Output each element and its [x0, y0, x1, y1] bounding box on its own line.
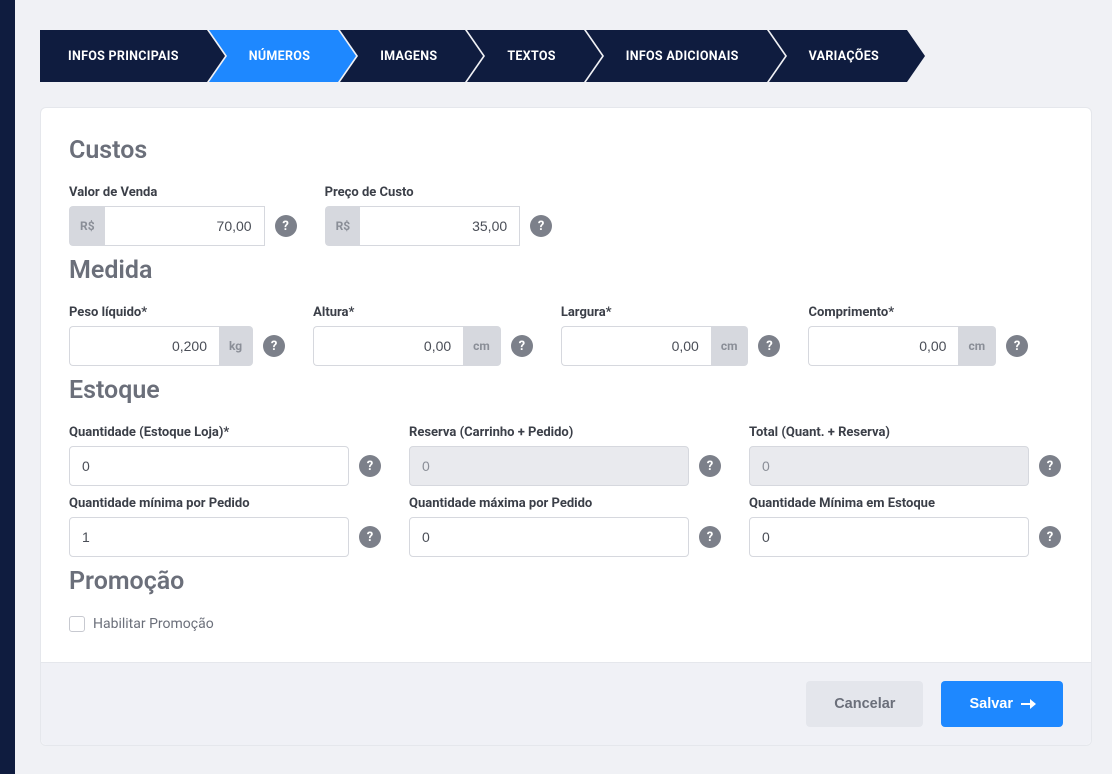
tab-variacoes[interactable]: VARIAÇÕES [769, 30, 907, 82]
help-icon[interactable]: ? [758, 335, 780, 357]
cancel-label: Cancelar [834, 696, 895, 712]
tab-infos-adicionais[interactable]: INFOS ADICIONAIS [586, 30, 767, 82]
help-icon[interactable]: ? [1006, 335, 1028, 357]
field-largura: Largura* cm ? [561, 305, 781, 366]
field-comprimento: Comprimento* cm ? [808, 305, 1028, 366]
footer-bar: Cancelar Salvar [41, 662, 1091, 745]
tab-textos[interactable]: TEXTOS [467, 30, 583, 82]
page-content: INFOS PRINCIPAIS NÚMEROS IMAGENS TEXTOS … [15, 0, 1112, 766]
tab-infos-principais[interactable]: INFOS PRINCIPAIS [40, 30, 207, 82]
checkbox-habilitar-promocao[interactable] [69, 616, 85, 632]
help-icon[interactable]: ? [359, 526, 381, 548]
label-min-estoque: Quantidade Mínima em Estoque [749, 496, 1061, 511]
input-largura[interactable] [561, 326, 711, 366]
field-habilitar-promocao: Habilitar Promoção [69, 616, 1063, 632]
tab-label: IMAGENS [380, 49, 437, 64]
help-icon[interactable]: ? [530, 215, 552, 237]
field-reserva: Reserva (Carrinho + Pedido) ? [409, 425, 721, 486]
input-altura[interactable] [313, 326, 463, 366]
tab-label: INFOS ADICIONAIS [626, 49, 739, 64]
field-preco-custo: Preço de Custo R$ ? [325, 185, 553, 246]
label-altura: Altura* [313, 305, 533, 320]
field-total: Total (Quant. + Reserva) ? [749, 425, 1061, 486]
label-min-pedido: Quantidade mínima por Pedido [69, 496, 381, 511]
help-icon[interactable]: ? [275, 215, 297, 237]
currency-prefix: R$ [69, 206, 105, 246]
currency-prefix: R$ [325, 206, 361, 246]
input-reserva [409, 446, 689, 486]
field-peso: Peso líquido* kg ? [69, 305, 285, 366]
input-min-estoque[interactable] [749, 517, 1029, 557]
help-icon[interactable]: ? [1039, 455, 1061, 477]
unit-suffix: kg [219, 326, 253, 366]
breadcrumb: INFOS PRINCIPAIS NÚMEROS IMAGENS TEXTOS … [40, 30, 1092, 82]
field-altura: Altura* cm ? [313, 305, 533, 366]
section-title-custos: Custos [69, 136, 1063, 165]
help-icon[interactable]: ? [511, 335, 533, 357]
arrow-right-icon [1021, 703, 1035, 705]
tab-label: VARIAÇÕES [809, 49, 879, 64]
section-title-estoque: Estoque [69, 376, 1063, 405]
label-peso: Peso líquido* [69, 305, 285, 320]
input-peso[interactable] [69, 326, 219, 366]
input-total [749, 446, 1029, 486]
label-quantidade: Quantidade (Estoque Loja)* [69, 425, 381, 440]
input-quantidade[interactable] [69, 446, 349, 486]
tab-imagens[interactable]: IMAGENS [340, 30, 465, 82]
form-panel: Custos Valor de Venda R$ ? Preço de Cust… [40, 107, 1092, 746]
tab-numeros[interactable]: NÚMEROS [209, 30, 338, 82]
field-min-estoque: Quantidade Mínima em Estoque ? [749, 496, 1061, 557]
input-min-pedido[interactable] [69, 517, 349, 557]
field-max-pedido: Quantidade máxima por Pedido ? [409, 496, 721, 557]
save-label: Salvar [969, 696, 1013, 712]
field-min-pedido: Quantidade mínima por Pedido ? [69, 496, 381, 557]
sidebar-strip [0, 0, 15, 774]
field-quantidade: Quantidade (Estoque Loja)* ? [69, 425, 381, 486]
tab-label: TEXTOS [507, 49, 555, 64]
label-largura: Largura* [561, 305, 781, 320]
help-icon[interactable]: ? [1039, 526, 1061, 548]
help-icon[interactable]: ? [359, 455, 381, 477]
cancel-button[interactable]: Cancelar [806, 681, 923, 727]
input-valor-venda[interactable] [105, 206, 265, 246]
input-comprimento[interactable] [808, 326, 958, 366]
unit-suffix: cm [958, 326, 996, 366]
help-icon[interactable]: ? [699, 455, 721, 477]
tab-label: NÚMEROS [249, 49, 310, 64]
label-reserva: Reserva (Carrinho + Pedido) [409, 425, 721, 440]
unit-suffix: cm [711, 326, 749, 366]
tab-label: INFOS PRINCIPAIS [68, 49, 179, 64]
input-preco-custo[interactable] [360, 206, 520, 246]
field-valor-venda: Valor de Venda R$ ? [69, 185, 297, 246]
label-max-pedido: Quantidade máxima por Pedido [409, 496, 721, 511]
label-habilitar-promocao[interactable]: Habilitar Promoção [93, 616, 214, 632]
input-max-pedido[interactable] [409, 517, 689, 557]
section-title-promocao: Promoção [69, 567, 1063, 596]
help-icon[interactable]: ? [263, 335, 285, 357]
label-preco-custo: Preço de Custo [325, 185, 553, 200]
unit-suffix: cm [463, 326, 501, 366]
help-icon[interactable]: ? [699, 526, 721, 548]
label-valor-venda: Valor de Venda [69, 185, 297, 200]
label-total: Total (Quant. + Reserva) [749, 425, 1061, 440]
save-button[interactable]: Salvar [941, 681, 1063, 727]
label-comprimento: Comprimento* [808, 305, 1028, 320]
section-title-medida: Medida [69, 256, 1063, 285]
